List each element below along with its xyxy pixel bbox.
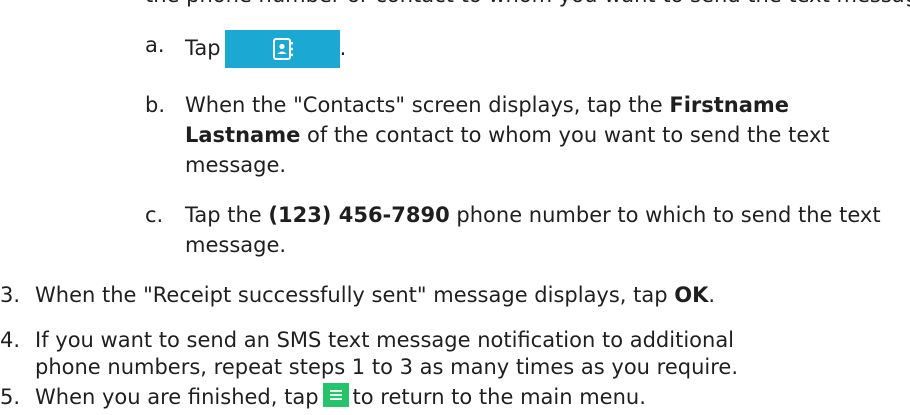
step-b-line-1: When the "Contacts" screen displays, tap… [185,90,789,120]
step-4-marker: 4. [0,328,21,352]
menu-lines-icon [329,390,342,400]
step-b-text-1: When the "Contacts" screen displays, tap… [185,93,670,117]
step-3-period: . [708,283,716,307]
step-4-line-2: phone numbers, repeat steps 1 to 3 as ma… [35,355,738,379]
step-a-period: . [339,36,347,60]
cut-off-text-line: the phone number or contact to whom you … [145,0,910,10]
phone-number: (123) 456-7890 [268,203,450,227]
step-b-line-3: message. [185,153,287,177]
step-a-tap-label: Tap [185,36,221,60]
step-c-text-1: Tap the [185,203,269,227]
step-5-text-1: When you are finished, tap [35,385,319,409]
step-b-line-2: Lastname of the contact to whom you want… [185,120,830,150]
step-b-text-2: of the contact to whom you want to send … [300,123,830,147]
contacts-book-icon [272,38,293,60]
step-5-text: When you are finished, tap to return to … [35,382,646,412]
step-4-line-1: If you want to send an SMS text message … [35,328,735,352]
step-c-line-1: Tap the (123) 456-7890 phone number to w… [185,200,881,230]
step-c-text-2: phone number to which to send the text [449,203,881,227]
step-5-text-2: to return to the main menu. [352,385,646,409]
contacts-button[interactable] [224,30,340,68]
step-c-line-2: message. [185,233,287,257]
step-3-text-body: When the "Receipt successfully sent" mes… [35,283,675,307]
contact-lastname: Lastname [185,123,301,147]
ok-label: OK [674,283,709,307]
step-c-marker: c. [145,203,164,227]
contact-firstname: Firstname [669,93,790,117]
step-3-marker: 3. [0,283,21,307]
step-b-marker: b. [145,93,166,117]
menu-button[interactable] [322,383,349,407]
step-a-marker: a. [145,33,165,57]
step-5-marker: 5. [0,385,21,409]
step-a-text: Tap . [185,30,346,68]
step-3-text: When the "Receipt successfully sent" mes… [35,280,715,310]
